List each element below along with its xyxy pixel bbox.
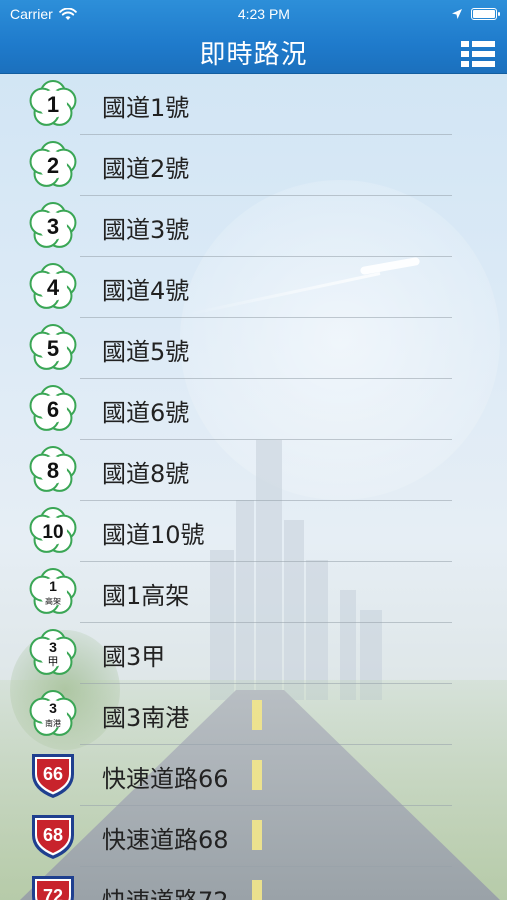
badge-subtitle: 南港 bbox=[45, 718, 61, 728]
badge-number: 3 bbox=[47, 214, 59, 239]
freeway-flower-icon: 6 bbox=[28, 384, 78, 434]
freeway-flower-icon: 3 bbox=[28, 201, 78, 251]
route-label: 國道5號 bbox=[102, 338, 190, 366]
list-menu-icon[interactable] bbox=[461, 40, 495, 68]
freeway-flower-icon: 10 bbox=[28, 506, 78, 556]
route-list: 1 國道1號 2 國道2號 3 國道3號 4 國道4號 5 國道5號 6 國道6號 8 國道8號 10 國道1… bbox=[0, 74, 507, 900]
badge-number: 68 bbox=[43, 825, 63, 845]
route-list-item[interactable]: 4 國道4號 bbox=[0, 257, 507, 318]
badge-number: 3 bbox=[49, 639, 57, 655]
route-list-item[interactable]: 6 國道6號 bbox=[0, 379, 507, 440]
route-list-item[interactable]: 1 國道1號 bbox=[0, 74, 507, 135]
route-label: 國1高架 bbox=[102, 582, 190, 610]
badge-number: 5 bbox=[47, 336, 59, 361]
route-list-item[interactable]: 3 南港 國3南港 bbox=[0, 684, 507, 745]
badge-number: 72 bbox=[43, 886, 63, 900]
route-list-item[interactable]: 72 快速道路72 bbox=[0, 867, 507, 900]
location-arrow-icon bbox=[451, 9, 462, 19]
status-bar: Carrier 4:23 PM bbox=[0, 0, 507, 28]
route-label: 快速道路68 bbox=[102, 826, 229, 854]
route-list-item[interactable]: 3 國道3號 bbox=[0, 196, 507, 257]
expressway-shield-icon: 72 bbox=[28, 872, 78, 900]
route-label: 國道2號 bbox=[102, 155, 190, 183]
expressway-shield-icon: 68 bbox=[28, 811, 78, 861]
badge-number: 66 bbox=[43, 764, 63, 784]
route-label: 國道4號 bbox=[102, 277, 190, 305]
route-list-item[interactable]: 1 高架 國1高架 bbox=[0, 562, 507, 623]
badge-number: 1 bbox=[49, 578, 57, 594]
route-label: 國道8號 bbox=[102, 460, 190, 488]
freeway-flower-icon: 3 南港 bbox=[28, 689, 78, 739]
route-list-item[interactable]: 68 快速道路68 bbox=[0, 806, 507, 867]
badge-number: 10 bbox=[42, 522, 63, 543]
route-list-item[interactable]: 2 國道2號 bbox=[0, 135, 507, 196]
freeway-flower-icon: 3甲 bbox=[28, 628, 78, 678]
badge-number: 1 bbox=[47, 92, 59, 117]
route-list-item[interactable]: 3 甲國3甲 bbox=[0, 623, 507, 684]
route-label: 國3甲 bbox=[102, 643, 166, 671]
route-label: 國道1號 bbox=[102, 94, 190, 122]
freeway-flower-icon: 1 bbox=[28, 79, 78, 129]
route-label: 國道10號 bbox=[102, 521, 205, 549]
route-label: 國3南港 bbox=[102, 704, 190, 732]
route-label: 國道3號 bbox=[102, 216, 190, 244]
route-list-item[interactable]: 5 國道5號 bbox=[0, 318, 507, 379]
route-list-item[interactable]: 8 國道8號 bbox=[0, 440, 507, 501]
wifi-icon bbox=[58, 7, 77, 20]
badge-subtitle: 甲 bbox=[48, 655, 59, 668]
badge-subtitle: 高架 bbox=[45, 596, 61, 606]
battery-icon bbox=[470, 8, 500, 20]
route-label: 快速道路66 bbox=[102, 765, 229, 793]
badge-number: 2 bbox=[47, 153, 59, 178]
route-list-item[interactable]: 66 快速道路66 bbox=[0, 745, 507, 806]
route-label: 快速道路72 bbox=[102, 881, 229, 900]
badge-number: 6 bbox=[47, 397, 59, 422]
page-title: 即時路況 bbox=[199, 40, 308, 70]
badge-number: 8 bbox=[47, 458, 59, 483]
freeway-flower-icon: 1 高架 bbox=[28, 567, 78, 617]
freeway-flower-icon: 8 bbox=[28, 445, 78, 495]
freeway-flower-icon: 2 bbox=[28, 140, 78, 190]
status-time: 4:23 PM bbox=[237, 6, 290, 22]
carrier-label: Carrier bbox=[10, 6, 53, 22]
expressway-shield-icon: 66 bbox=[28, 750, 78, 800]
freeway-flower-icon: 5 bbox=[28, 323, 78, 373]
badge-number: 3 bbox=[49, 700, 57, 716]
route-list-item[interactable]: 10 國道10號 bbox=[0, 501, 507, 562]
freeway-flower-icon: 4 bbox=[28, 262, 78, 312]
badge-number: 4 bbox=[47, 275, 60, 300]
route-label: 國道6號 bbox=[102, 399, 190, 427]
